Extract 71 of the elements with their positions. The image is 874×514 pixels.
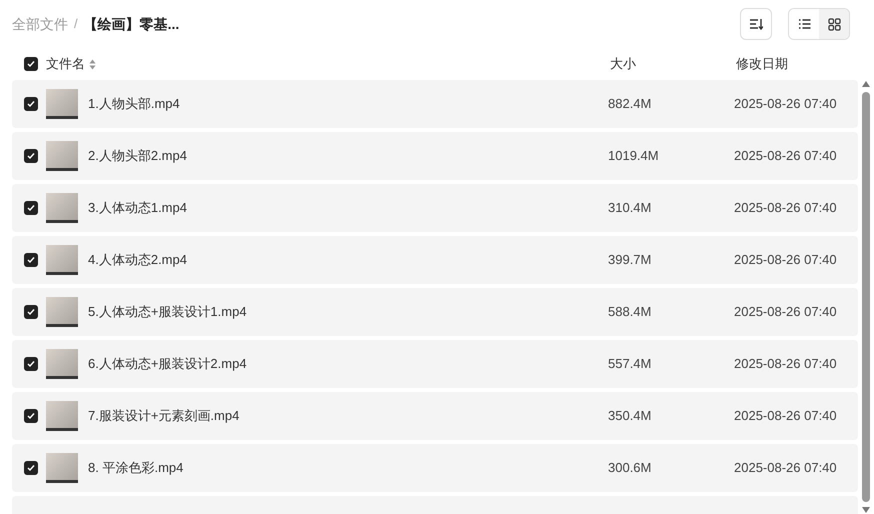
file-size: 557.4M: [608, 356, 652, 372]
file-row[interactable]: 7.服装设计+元素刻画.mp4 350.4M 2025-08-26 07:40: [12, 392, 858, 440]
checkbox[interactable]: [24, 357, 38, 371]
check-icon: [27, 60, 35, 68]
sort-arrows-icon[interactable]: [89, 58, 96, 70]
scroll-down-icon[interactable]: [861, 506, 871, 514]
file-name: 7.服装设计+元素刻画.mp4: [88, 408, 240, 424]
file-size: 882.4M: [608, 96, 652, 112]
check-icon: [27, 204, 35, 212]
breadcrumb-separator: /: [74, 15, 78, 34]
check-icon: [27, 256, 35, 264]
check-icon: [27, 464, 35, 472]
column-header[interactable]: 修改日期: [736, 56, 788, 72]
photo-placeholder: [46, 245, 78, 275]
file-size: 310.4M: [608, 200, 652, 216]
column-header[interactable]: 大小: [610, 56, 636, 72]
file-row[interactable]: 8. 平涂色彩.mp4 300.6M 2025-08-26 07:40: [12, 444, 858, 492]
check-icon: [27, 152, 35, 160]
file-row[interactable]: 2.人物头部2.mp4 1019.4M 2025-08-26 07:40: [12, 132, 858, 180]
checkbox[interactable]: [24, 97, 38, 111]
file-row[interactable]: 3.人体动态1.mp4 310.4M 2025-08-26 07:40: [12, 184, 858, 232]
column-header[interactable]: 文件名: [46, 54, 85, 74]
photo-placeholder: [46, 297, 78, 327]
modified-date: 2025-08-26 07:40: [734, 96, 837, 112]
checkbox[interactable]: [24, 201, 38, 215]
scroll-up-icon[interactable]: [861, 80, 871, 88]
sort-button[interactable]: [740, 8, 772, 40]
modified-date: 2025-08-26 07:40: [734, 356, 837, 372]
checkbox[interactable]: [24, 149, 38, 163]
file-row[interactable]: 6.人体动态+服装设计2.mp4 557.4M 2025-08-26 07:40: [12, 340, 858, 388]
list-icon: [798, 18, 810, 30]
sort-icon: [749, 18, 763, 30]
file-name: 5.人体动态+服装设计1.mp4: [88, 304, 247, 320]
check-icon: [27, 308, 35, 316]
modified-date: 2025-08-26 07:40: [734, 460, 837, 476]
file-name: 2.人物头部2.mp4: [88, 148, 187, 164]
file-size: 350.4M: [608, 408, 652, 424]
grid-view-button[interactable]: [819, 9, 849, 39]
checkbox[interactable]: [24, 253, 38, 267]
modified-date: 2025-08-26 07:40: [734, 408, 837, 424]
photo-placeholder: [46, 89, 78, 119]
file-row[interactable]: 4.人体动态2.mp4 399.7M 2025-08-26 07:40: [12, 236, 858, 284]
file-size: 300.6M: [608, 460, 652, 476]
modified-date: 2025-08-26 07:40: [734, 200, 837, 216]
file-name: 6.人体动态+服装设计2.mp4: [88, 356, 247, 372]
check-icon: [27, 360, 35, 368]
file-size: 1019.4M: [608, 148, 659, 164]
photo-placeholder: [46, 141, 78, 171]
checkbox[interactable]: [24, 461, 38, 475]
photo-placeholder: [46, 193, 78, 223]
current-folder[interactable]: 【绘画】零基...: [84, 14, 180, 34]
file-size: 588.4M: [608, 304, 652, 320]
photo-placeholder: [46, 453, 78, 483]
file-row[interactable]: 1.人物头部.mp4 882.4M 2025-08-26 07:40: [12, 80, 858, 128]
check-icon: [27, 412, 35, 420]
file-row[interactable]: 5.人体动态+服装设计1.mp4 588.4M 2025-08-26 07:40: [12, 288, 858, 336]
file-name: 4.人体动态2.mp4: [88, 252, 187, 268]
checkbox[interactable]: [24, 409, 38, 423]
modified-date: 2025-08-26 07:40: [734, 252, 837, 268]
photo-placeholder: [46, 401, 78, 431]
grid-icon: [828, 18, 840, 30]
checkbox[interactable]: [24, 305, 38, 319]
checkbox[interactable]: [24, 57, 38, 71]
file-name: 3.人体动态1.mp4: [88, 200, 187, 216]
photo-placeholder: [46, 349, 78, 379]
file-size: 399.7M: [608, 252, 652, 268]
file-name: 1.人物头部.mp4: [88, 96, 180, 112]
modified-date: 2025-08-26 07:40: [734, 148, 837, 164]
file-name: 8. 平涂色彩.mp4: [88, 460, 184, 476]
check-icon: [27, 100, 35, 108]
modified-date: 2025-08-26 07:40: [734, 304, 837, 320]
